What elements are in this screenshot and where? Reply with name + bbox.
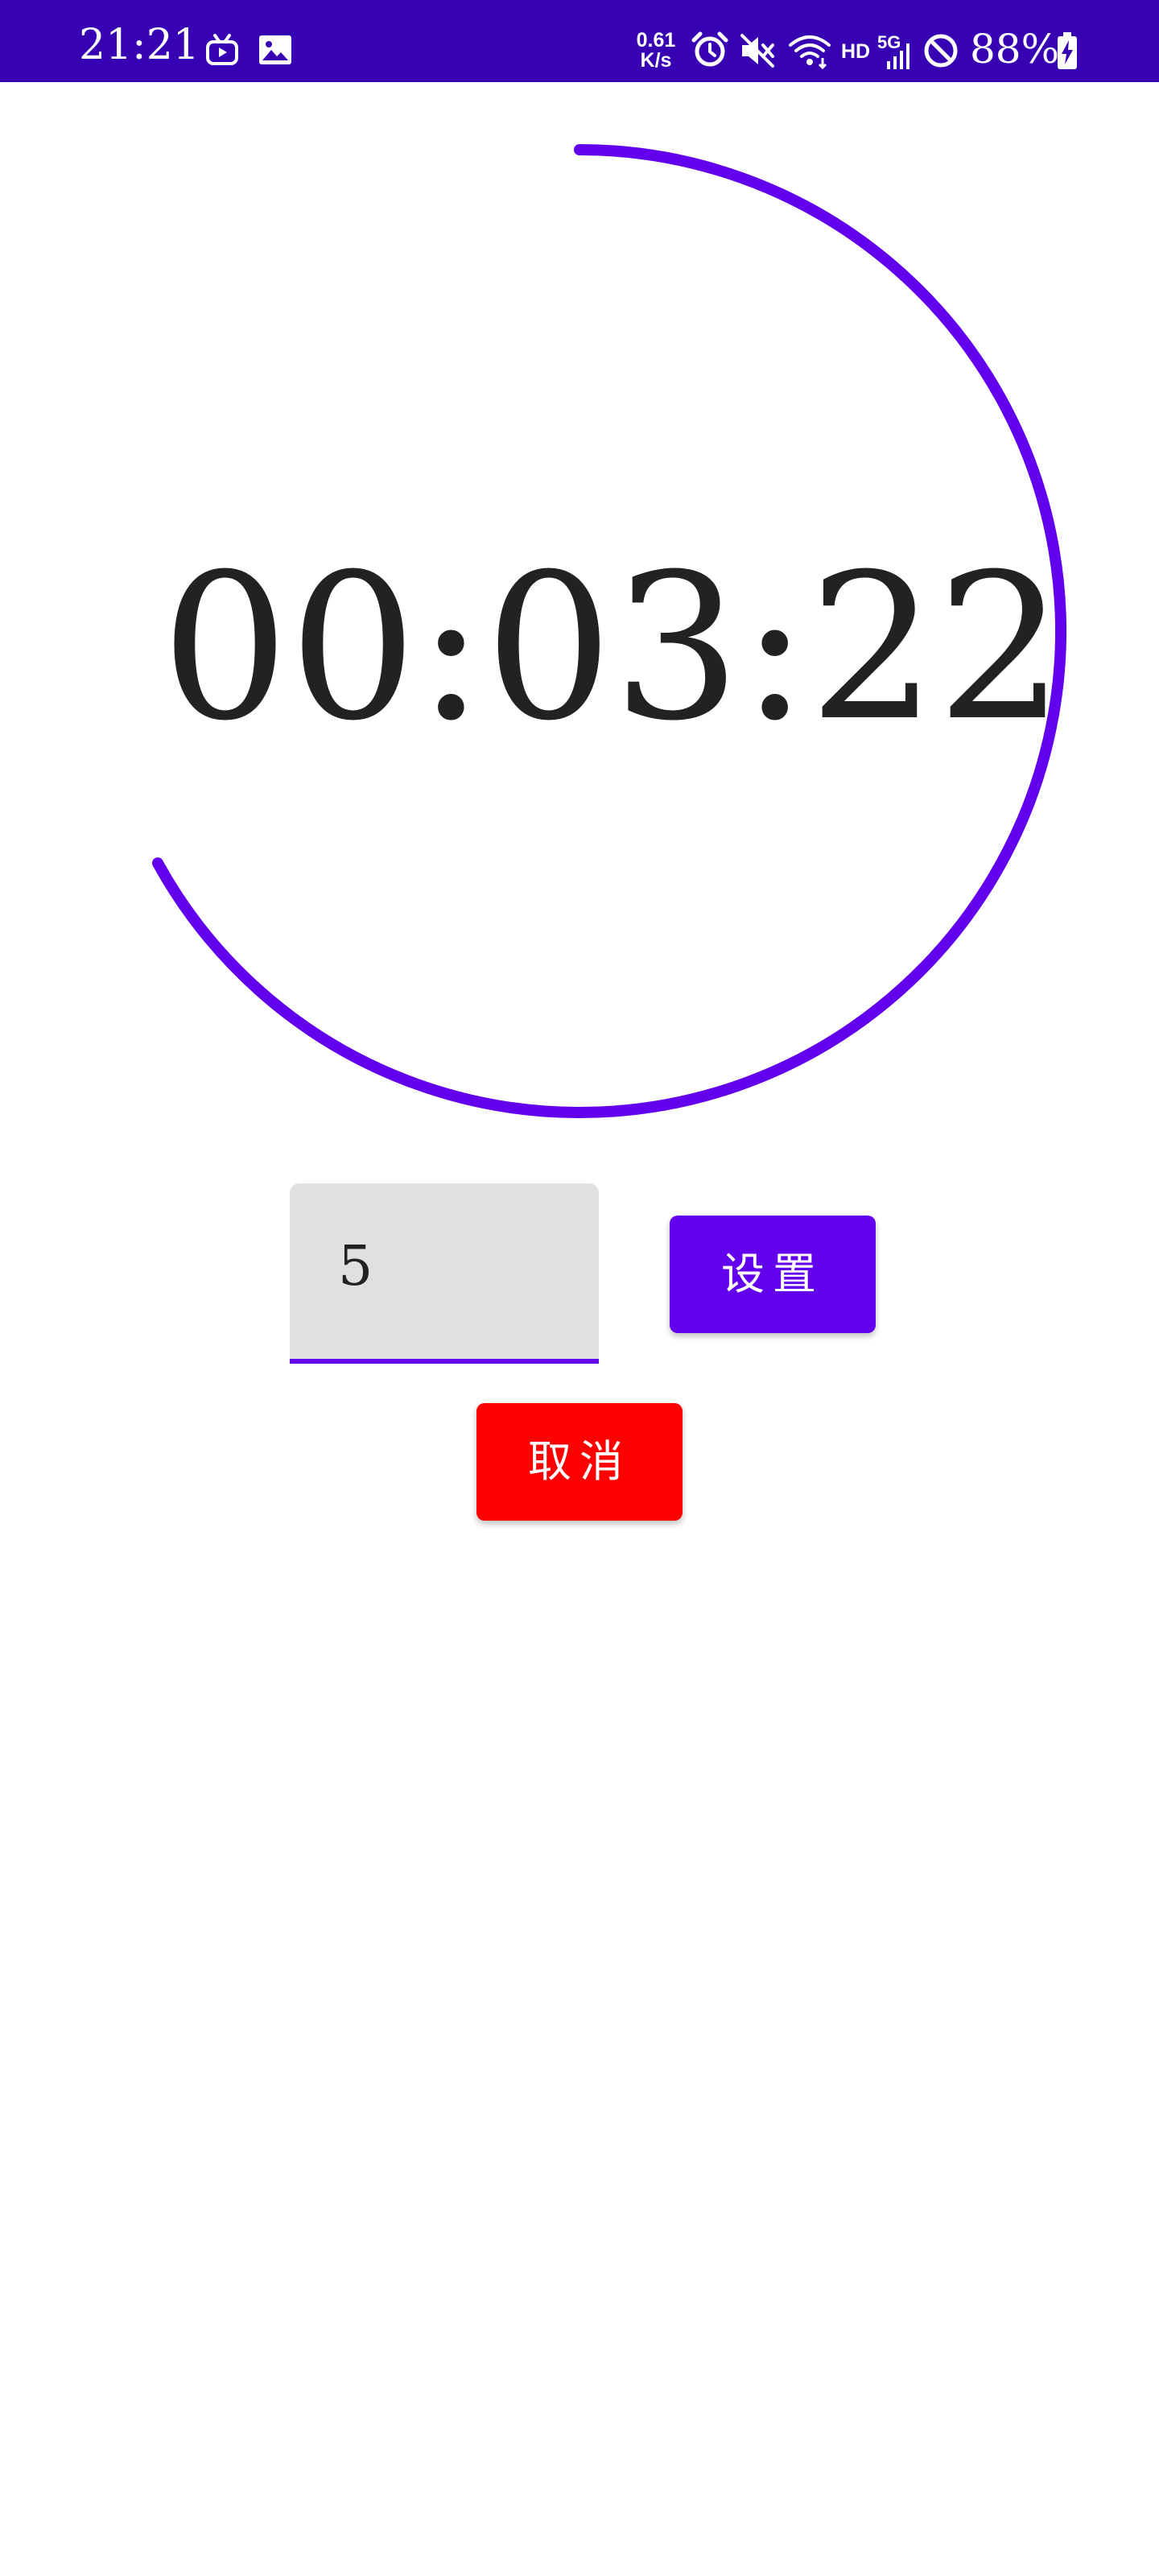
- minutes-input[interactable]: 5: [290, 1183, 599, 1364]
- set-button[interactable]: 设置: [670, 1216, 876, 1333]
- cancel-button[interactable]: 取消: [476, 1403, 683, 1521]
- timer-screen: 21:21 0.61 K/s HD 5G 88% 00:03:22 5 设置 取…: [0, 0, 1159, 2576]
- minutes-input-value[interactable]: 5: [338, 1240, 373, 1294]
- timer-display: 00:03:22: [161, 530, 1065, 765]
